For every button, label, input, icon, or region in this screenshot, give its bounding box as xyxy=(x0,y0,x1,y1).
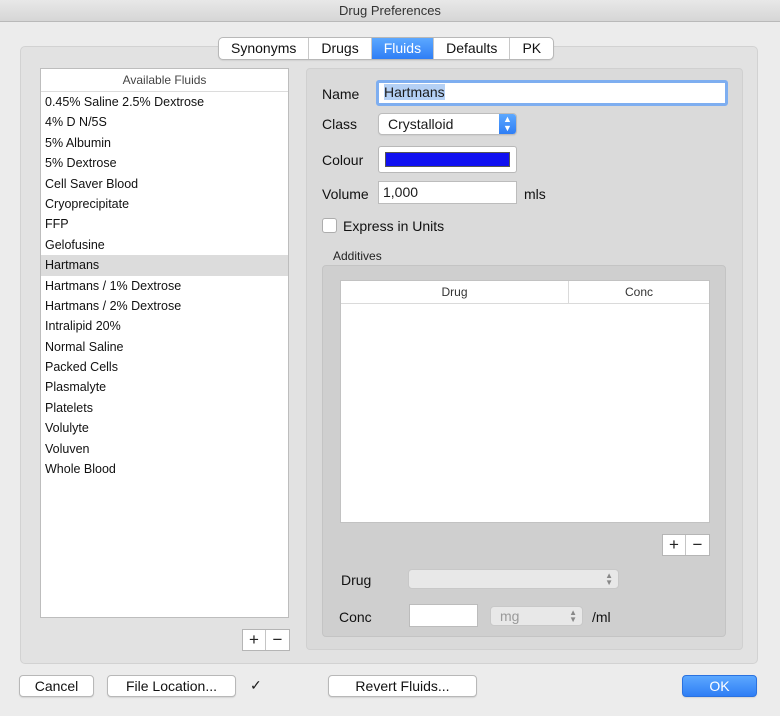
list-item[interactable]: Cell Saver Blood xyxy=(41,174,288,194)
conc-unit-value: mg xyxy=(500,608,520,624)
tab-defaults[interactable]: Defaults xyxy=(434,38,511,59)
list-item[interactable]: Hartmans / 2% Dextrose xyxy=(41,296,288,316)
class-popup[interactable]: Crystalloid ▲ ▼ xyxy=(378,113,517,135)
chevron-updown-icon: ▲ ▼ xyxy=(569,608,577,624)
tab-bar: Synonyms Drugs Fluids Defaults PK xyxy=(218,37,555,60)
list-item[interactable]: Packed Cells xyxy=(41,357,288,377)
list-item[interactable]: Voluven xyxy=(41,439,288,459)
list-item[interactable]: FFP xyxy=(41,214,288,234)
list-items: 0.45% Saline 2.5% Dextrose 4% D N/5S 5% Al… xyxy=(41,92,288,479)
ok-button[interactable]: OK xyxy=(682,675,757,697)
conc-field[interactable] xyxy=(409,604,478,627)
revert-fluids-button[interactable]: Revert Fluids... xyxy=(328,675,477,697)
tab-fluids[interactable]: Fluids xyxy=(371,38,435,59)
list-item[interactable]: Gelofusine xyxy=(41,235,288,255)
window-titlebar: Drug Preferences xyxy=(0,0,780,22)
list-item[interactable]: 5% Dextrose xyxy=(41,153,288,173)
add-additive-button[interactable]: + xyxy=(663,535,686,555)
chevron-updown-icon: ▲ ▼ xyxy=(499,114,516,134)
fluid-add-remove: + − xyxy=(242,629,290,651)
list-item[interactable]: Whole Blood xyxy=(41,459,288,479)
colour-swatch xyxy=(385,152,510,167)
volume-field[interactable]: 1,000 xyxy=(378,181,517,204)
list-header: Available Fluids xyxy=(41,69,288,92)
add-fluid-button[interactable]: + xyxy=(243,630,266,650)
volume-unit: mls xyxy=(524,186,546,202)
list-item[interactable]: 4% D N/5S xyxy=(41,112,288,132)
chevron-updown-icon: ▲ ▼ xyxy=(605,571,613,587)
file-location-button[interactable]: File Location... xyxy=(107,675,236,697)
remove-fluid-button[interactable]: − xyxy=(266,630,289,650)
drug-label: Drug xyxy=(341,572,372,588)
tab-drugs[interactable]: Drugs xyxy=(309,38,372,59)
name-label: Name xyxy=(322,86,360,102)
list-item[interactable]: 0.45% Saline 2.5% Dextrose xyxy=(41,92,288,112)
additives-table[interactable]: Drug Conc xyxy=(340,280,710,523)
list-item[interactable]: Cryoprecipitate xyxy=(41,194,288,214)
list-item[interactable]: 5% Albumin xyxy=(41,133,288,153)
window-title: Drug Preferences xyxy=(339,3,441,18)
colour-well[interactable] xyxy=(378,146,517,173)
tab-pk[interactable]: PK xyxy=(510,38,553,59)
cancel-button[interactable]: Cancel xyxy=(19,675,94,697)
conc-label: Conc xyxy=(339,609,372,625)
list-item[interactable]: Platelets xyxy=(41,398,288,418)
column-header-drug[interactable]: Drug xyxy=(341,281,569,304)
list-item[interactable]: Intralipid 20% xyxy=(41,316,288,336)
class-label: Class xyxy=(322,116,358,132)
name-value: Hartmans xyxy=(384,84,445,100)
list-item[interactable]: Plasmalyte xyxy=(41,377,288,397)
per-unit-label: /ml xyxy=(592,609,611,625)
checkmark-icon: ✓ xyxy=(250,677,262,693)
volume-value: 1,000 xyxy=(383,184,419,200)
list-item[interactable]: Hartmans xyxy=(41,255,288,276)
drug-popup[interactable]: ▲ ▼ xyxy=(408,569,619,589)
remove-additive-button[interactable]: − xyxy=(686,535,709,555)
colour-label: Colour xyxy=(322,152,364,168)
name-field[interactable]: Hartmans xyxy=(376,80,728,106)
available-fluids-list[interactable]: Available Fluids 0.45% Saline 2.5% Dextr… xyxy=(40,68,289,618)
conc-unit-popup[interactable]: mg ▲ ▼ xyxy=(490,606,583,626)
column-header-conc[interactable]: Conc xyxy=(569,281,709,304)
express-in-units-checkbox[interactable] xyxy=(322,218,337,233)
list-item[interactable]: Volulyte xyxy=(41,418,288,438)
list-item[interactable]: Normal Saline xyxy=(41,337,288,357)
express-in-units-label: Express in Units xyxy=(343,218,445,234)
additive-add-remove: + − xyxy=(662,534,710,556)
class-value: Crystalloid xyxy=(388,116,454,132)
tab-synonyms[interactable]: Synonyms xyxy=(219,38,310,59)
additives-title: Additives xyxy=(333,249,382,263)
volume-label: Volume xyxy=(322,186,369,202)
list-item[interactable]: Hartmans / 1% Dextrose xyxy=(41,276,288,296)
